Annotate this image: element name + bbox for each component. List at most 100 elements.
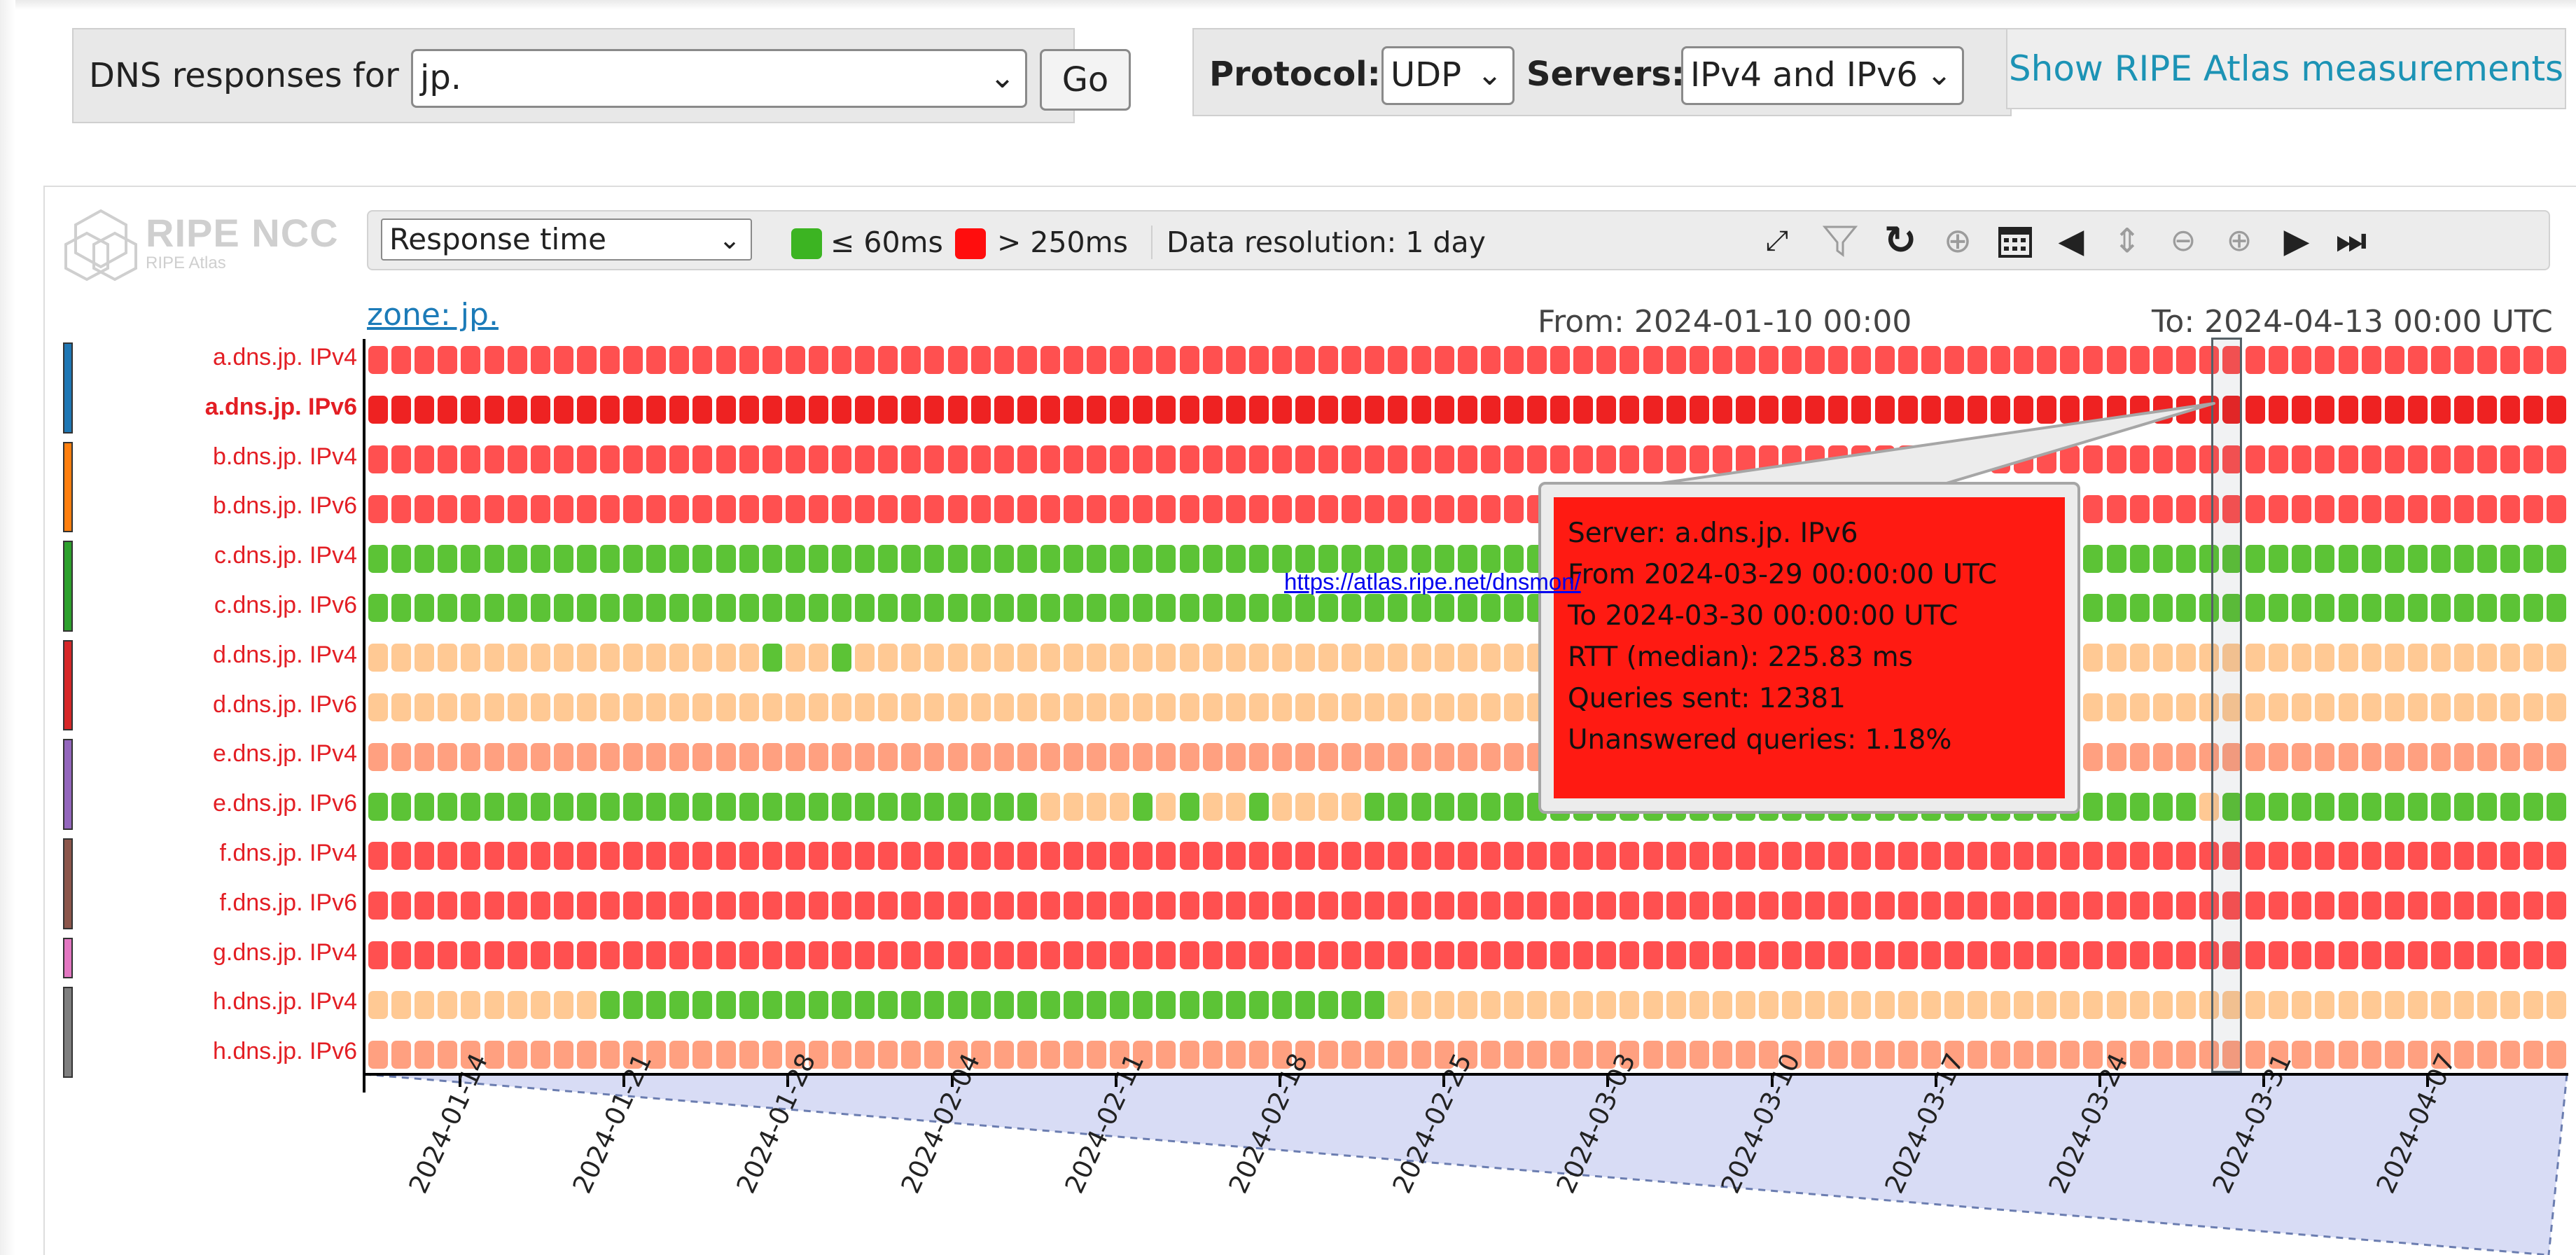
grid-cell[interactable] (600, 892, 620, 920)
grid-cell[interactable] (947, 990, 968, 1019)
grid-cell[interactable] (832, 644, 851, 672)
grid-cell[interactable] (2152, 792, 2173, 821)
grid-cell[interactable] (1202, 346, 1223, 375)
grid-cell[interactable] (2523, 346, 2544, 375)
grid-cell[interactable] (1295, 892, 1315, 920)
grid-cell[interactable] (576, 842, 597, 871)
grid-cell[interactable] (507, 644, 527, 672)
grid-cell[interactable] (1411, 693, 1431, 721)
grid-cell[interactable] (2152, 396, 2173, 424)
grid-cell[interactable] (994, 445, 1014, 473)
grid-cell[interactable] (901, 544, 921, 573)
grid-cell[interactable] (1017, 990, 1037, 1019)
grid-cell[interactable] (2384, 842, 2404, 871)
grid-cell[interactable] (1133, 842, 1153, 871)
grid-cell[interactable] (1666, 346, 1686, 375)
grid-cell[interactable] (461, 742, 481, 771)
grid-cell[interactable] (1735, 990, 1755, 1019)
grid-cell[interactable] (2083, 494, 2103, 523)
grid-cell[interactable] (1666, 445, 1686, 473)
grid-cell[interactable] (1110, 346, 1130, 375)
grid-cell[interactable] (2246, 644, 2266, 672)
grid-cell[interactable] (1805, 396, 1825, 424)
grid-cell[interactable] (2292, 644, 2312, 672)
grid-cell[interactable] (415, 941, 435, 969)
grid-cell[interactable] (808, 445, 828, 473)
grid-cell[interactable] (1133, 445, 1153, 473)
grid-cell[interactable] (947, 594, 968, 623)
grid-cell[interactable] (1805, 941, 1825, 969)
grid-cell[interactable] (415, 1040, 435, 1069)
grid-cell[interactable] (2430, 494, 2451, 523)
grid-cell[interactable] (762, 544, 782, 573)
grid-cell[interactable] (1712, 445, 1732, 473)
grid-cell[interactable] (623, 594, 643, 623)
grid-cell[interactable] (1017, 693, 1037, 721)
grid-cell[interactable] (669, 644, 690, 672)
grid-cell[interactable] (2338, 842, 2358, 871)
grid-cell[interactable] (438, 644, 458, 672)
grid-cell[interactable] (1457, 594, 1477, 623)
grid-cell[interactable] (878, 445, 898, 473)
grid-cell[interactable] (2384, 346, 2404, 375)
grid-cell[interactable] (970, 445, 991, 473)
grid-cell[interactable] (878, 644, 898, 672)
grid-cell[interactable] (832, 842, 851, 871)
grid-cell[interactable] (1225, 644, 1246, 672)
grid-cell[interactable] (1921, 445, 1941, 473)
grid-cell[interactable] (1921, 892, 1941, 920)
grid-cell[interactable] (484, 346, 504, 375)
grid-cell[interactable] (1712, 346, 1732, 375)
grid-cell[interactable] (1110, 742, 1130, 771)
grid-cell[interactable] (1087, 594, 1107, 623)
grid-cell[interactable] (600, 742, 620, 771)
grid-cell[interactable] (2175, 990, 2196, 1019)
grid-cell[interactable] (970, 693, 991, 721)
grid-cell[interactable] (1689, 396, 1709, 424)
grid-cell[interactable] (924, 544, 945, 573)
reload-icon[interactable]: ↻ (1878, 219, 1923, 263)
grid-cell[interactable] (1874, 990, 1895, 1019)
grid-cell[interactable] (1782, 445, 1802, 473)
grid-cell[interactable] (1457, 346, 1477, 375)
grid-cell[interactable] (970, 594, 991, 623)
grid-cell[interactable] (507, 892, 527, 920)
grid-cell[interactable] (600, 544, 620, 573)
grid-cell[interactable] (1179, 644, 1199, 672)
grid-cell[interactable] (855, 396, 875, 424)
grid-cell[interactable] (901, 594, 921, 623)
grid-cell[interactable] (1388, 693, 1408, 721)
grid-cell[interactable] (438, 693, 458, 721)
grid-cell[interactable] (947, 644, 968, 672)
grid-cell[interactable] (2430, 742, 2451, 771)
grid-cell[interactable] (2547, 494, 2567, 523)
grid-cell[interactable] (530, 346, 550, 375)
grid-cell[interactable] (1110, 941, 1130, 969)
grid-cell[interactable] (1064, 892, 1083, 920)
grid-cell[interactable] (2454, 594, 2474, 623)
grid-cell[interactable] (2152, 445, 2173, 473)
grid-cell[interactable] (1365, 892, 1385, 920)
grid-cell[interactable] (1110, 644, 1130, 672)
grid-cell[interactable] (391, 396, 412, 424)
grid-cell[interactable] (785, 792, 805, 821)
grid-cell[interactable] (1272, 594, 1292, 623)
grid-cell[interactable] (1248, 990, 1269, 1019)
grid-cell[interactable] (1087, 544, 1107, 573)
grid-cell[interactable] (1480, 396, 1501, 424)
grid-cell[interactable] (1156, 892, 1176, 920)
grid-cell[interactable] (2106, 742, 2126, 771)
grid-cell[interactable] (832, 445, 851, 473)
grid-cell[interactable] (1457, 644, 1477, 672)
grid-cell[interactable] (1689, 990, 1709, 1019)
grid-cell[interactable] (2292, 941, 2312, 969)
grid-cell[interactable] (623, 544, 643, 573)
grid-cell[interactable] (1921, 941, 1941, 969)
grid-cell[interactable] (484, 742, 504, 771)
grid-cell[interactable] (553, 742, 573, 771)
grid-cell[interactable] (2175, 346, 2196, 375)
grid-cell[interactable] (415, 842, 435, 871)
grid-cell[interactable] (970, 892, 991, 920)
grid-cell[interactable] (438, 396, 458, 424)
grid-cell[interactable] (1087, 445, 1107, 473)
